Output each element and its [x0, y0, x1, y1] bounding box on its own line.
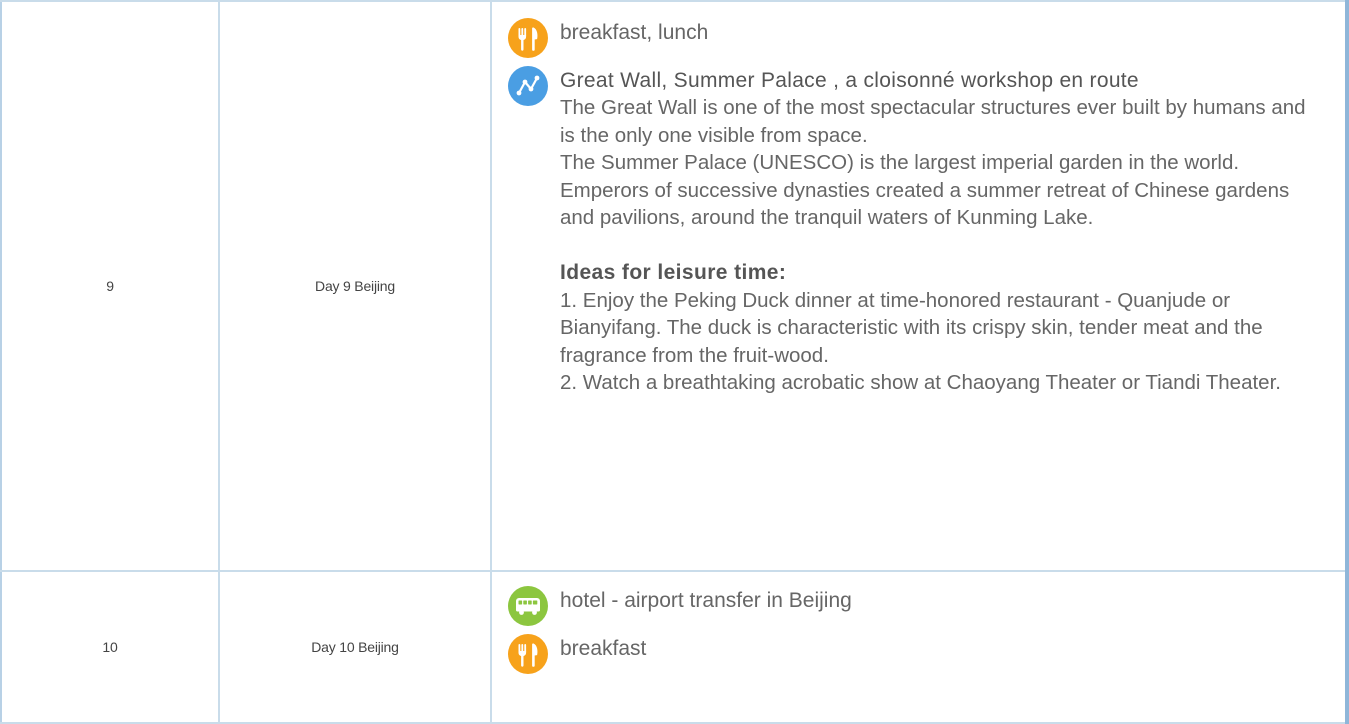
day-title: Day 10 Beijing: [311, 639, 399, 655]
route-description: The Great Wall is one of the most specta…: [560, 94, 1325, 397]
leisure-heading: Ideas for leisure time:: [560, 260, 787, 284]
itinerary-row-day-10: 10 Day 10 Beijing hotel - airport transf…: [0, 570, 1349, 724]
day-number: 10: [102, 639, 118, 655]
transfer-item: hotel - airport transfer in Beijing: [508, 584, 1325, 626]
meals-item: breakfast: [508, 632, 1325, 674]
itinerary-row-day-9: 9 Day 9 Beijing breakfast, lunch Great W…: [0, 0, 1349, 572]
day-detail-cell: hotel - airport transfer in Beijing brea…: [490, 570, 1349, 724]
leisure-idea-2: 2. Watch a breathtaking acrobatic show a…: [560, 371, 1281, 394]
description-summer-palace: The Summer Palace (UNESCO) is the larges…: [560, 151, 1290, 229]
day-number-cell: 9: [0, 0, 220, 572]
day-title-cell: Day 9 Beijing: [218, 0, 492, 572]
day-title-cell: Day 10 Beijing: [218, 570, 492, 724]
day-number-cell: 10: [0, 570, 220, 724]
fork-knife-icon: [508, 18, 548, 58]
route-title: Great Wall, Summer Palace , a cloisonné …: [560, 69, 1139, 92]
day-detail-cell: breakfast, lunch Great Wall, Summer Pala…: [490, 0, 1349, 572]
meals-item: breakfast, lunch: [508, 16, 1325, 58]
description-great-wall: The Great Wall is one of the most specta…: [560, 96, 1306, 147]
itinerary-table: 9 Day 9 Beijing breakfast, lunch Great W…: [0, 0, 1349, 724]
meals-text: breakfast: [560, 637, 647, 660]
leisure-idea-1: 1. Enjoy the Peking Duck dinner at time-…: [560, 288, 1263, 367]
day-number: 9: [106, 278, 114, 294]
transfer-text: hotel - airport transfer in Beijing: [560, 589, 852, 612]
bus-icon: [508, 586, 548, 626]
fork-knife-icon: [508, 634, 548, 674]
meals-text: breakfast, lunch: [560, 21, 709, 44]
route-icon: [508, 66, 548, 106]
day-title: Day 9 Beijing: [315, 278, 395, 294]
route-item: Great Wall, Summer Palace , a cloisonné …: [508, 64, 1325, 397]
